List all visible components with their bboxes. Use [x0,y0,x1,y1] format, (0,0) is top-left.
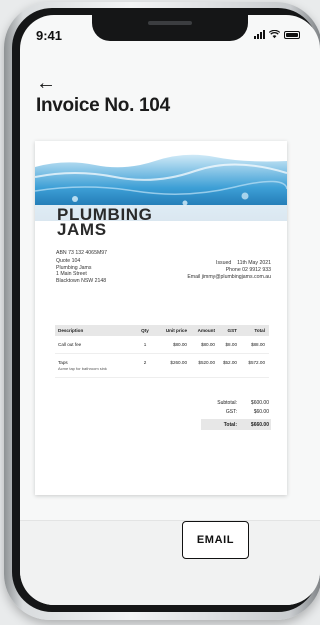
row-qty: 1 [143,342,147,347]
action-bar [20,520,320,605]
wifi-icon [269,30,280,39]
row-qty: 2 [143,360,147,365]
table-row: Call out fee 1 $80.00 $80.00 $8.00 $88.0… [55,336,269,354]
row-description: Taps Acme tap for bathroom sink [55,360,137,371]
total-value: $660.00 [250,421,269,428]
col-gst: GST [227,328,237,333]
app-screen: 9:41 ← Invoice No. 104 PLUMBING JAMS ABN… [20,15,320,605]
brand-name-line2: JAMS [57,220,107,239]
status-time: 9:41 [36,28,63,43]
col-amount: Amount [197,328,215,333]
invoice-contact: Issued 11th May 2021 Phone 02 9912 933 E… [187,260,271,280]
item-name: Taps [58,360,68,365]
abn: ABN 73 132 4065M97 [56,250,108,256]
row-total: $88.00 [250,342,265,347]
row-amount: $520.00 [198,360,215,365]
gst-label: GST: [225,408,237,415]
brand-logo: PLUMBING JAMS [57,206,152,239]
row-gst: $8.00 [225,342,238,347]
row-total: $572.00 [248,360,265,365]
invoice-document: PLUMBING JAMS ABN 73 132 4065M97 Quote 1… [35,141,287,495]
row-gst: $52.00 [222,360,237,365]
gst-value: $60.00 [253,408,269,415]
company-suburb: Blacktown NSW 2148 [56,277,107,284]
status-icons [254,30,300,39]
total-label: Total: [223,421,237,428]
row-unit-price: $260.00 [170,360,187,365]
subtotal-label: Subtotal: [217,399,237,406]
phone-notch [92,15,248,41]
col-qty: Qty [141,328,149,333]
col-unit-price: Unit price [165,328,187,333]
item-detail: Acme tap for bathroom sink [58,366,107,371]
table-row: Taps Acme tap for bathroom sink 2 $260.0… [55,354,269,378]
row-description: Call out fee [55,342,137,347]
email-address: Email jimmy@plumbingjams.com.au [187,273,271,280]
subtotal-value: $600.00 [250,399,269,406]
total-row: Total: $660.00 [201,419,271,430]
page-title: Invoice No. 104 [36,95,170,116]
col-description: Description [58,328,84,333]
subtotal-row: Subtotal: $600.00 [201,398,271,407]
company-details: ABN 73 132 4065M97 Quote 104 Plumbing Ja… [56,250,107,284]
battery-icon [284,30,300,39]
invoice-totals: Subtotal: $600.00 GST: $60.00 Total: $66… [201,398,271,430]
gst-row: GST: $60.00 [201,407,271,416]
row-unit-price: $80.00 [172,342,187,347]
item-name: Call out fee [58,342,82,347]
cellular-signal-icon [254,30,265,39]
row-amount: $80.00 [200,342,215,347]
col-total: Total [254,328,265,333]
table-header: Description Qty Unit price Amount GST To… [55,325,269,336]
speaker-grille [148,21,192,25]
back-arrow-icon[interactable]: ← [36,73,56,93]
line-items-table: Description Qty Unit price Amount GST To… [55,325,269,378]
email-button[interactable]: EMAIL [182,521,249,559]
